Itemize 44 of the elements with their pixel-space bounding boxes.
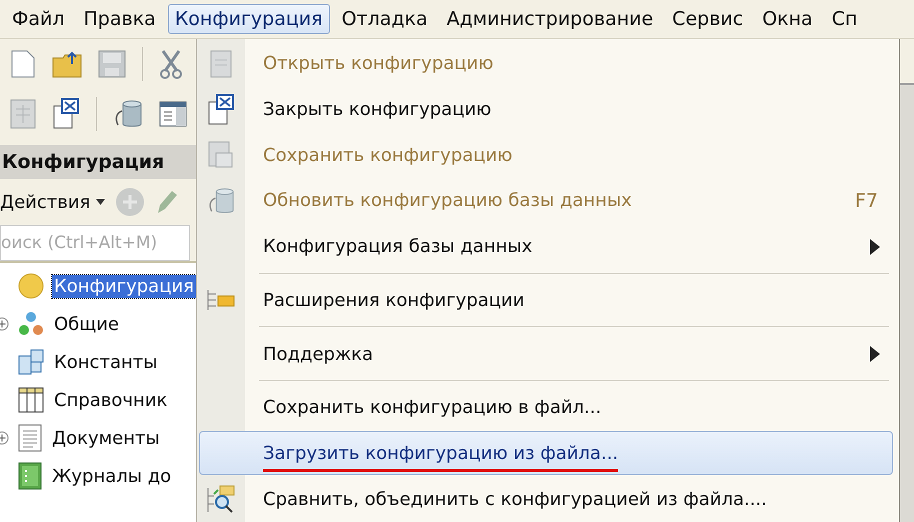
menu-bar-item[interactable]: Администрирование — [440, 4, 660, 34]
columns-icon — [18, 387, 44, 413]
menu-bar-item[interactable]: Отладка — [334, 4, 435, 34]
tree-item[interactable]: Справочник — [52, 388, 170, 412]
menu-item[interactable]: Загрузить конфигурацию из файла... — [199, 431, 893, 476]
tree-item[interactable]: Документы — [50, 426, 162, 450]
puzzle-list-icon — [206, 288, 236, 312]
menu-bar-item[interactable]: Окна — [755, 4, 820, 34]
shapes-icon — [18, 311, 44, 337]
document-icon — [208, 141, 234, 170]
menu-bar-item[interactable]: Правка — [76, 4, 163, 34]
new-document-icon[interactable] — [10, 49, 36, 79]
menu-item[interactable]: Закрыть конфигурацию — [199, 88, 893, 132]
menu-item[interactable]: Расширения конфигурации — [199, 278, 893, 322]
tree-item[interactable]: Константы — [52, 350, 160, 374]
circle-icon — [18, 273, 44, 299]
table-window-icon[interactable] — [159, 101, 187, 127]
tree-item[interactable]: Журналы до — [50, 464, 174, 488]
tree-item[interactable]: Конфигурация — [52, 274, 196, 298]
menu-item[interactable]: Сравнить, объединить с конфигурацией из файла.... — [199, 477, 893, 522]
actions-dropdown[interactable]: Действия — [0, 192, 106, 212]
search-field[interactable]: оиск (Ctrl+Alt+M) — [0, 225, 190, 261]
close-configuration-icon — [207, 94, 235, 126]
document-icon — [18, 424, 42, 452]
menu-bar-item[interactable]: Сервис — [665, 4, 750, 34]
menu-bar-item[interactable]: Сп — [824, 4, 864, 34]
close-configuration-icon[interactable] — [52, 98, 80, 130]
menu-item[interactable]: Поддержка — [199, 332, 893, 376]
document-icon — [210, 50, 232, 78]
caret-icon — [96, 199, 106, 205]
grid-icon — [18, 349, 44, 375]
folder-icon[interactable] — [52, 50, 82, 78]
tree-item[interactable]: Общие — [52, 312, 121, 336]
scissors-icon[interactable] — [159, 49, 183, 79]
menu-bar-item[interactable]: Файл — [5, 4, 72, 34]
shortcut-text: F7 — [854, 190, 878, 212]
panel-title: Конфигурация — [0, 145, 196, 179]
menu-bar-item[interactable]: Конфигурация — [168, 4, 330, 34]
magnifier-document-icon — [206, 484, 236, 514]
menu-item[interactable]: Конфигурация базы данных — [199, 224, 893, 269]
database-icon[interactable] — [113, 99, 143, 129]
menu-item[interactable]: Сохранить конфигурацию в файл... — [199, 386, 893, 430]
book-icon — [18, 462, 42, 490]
database-icon — [207, 186, 235, 216]
